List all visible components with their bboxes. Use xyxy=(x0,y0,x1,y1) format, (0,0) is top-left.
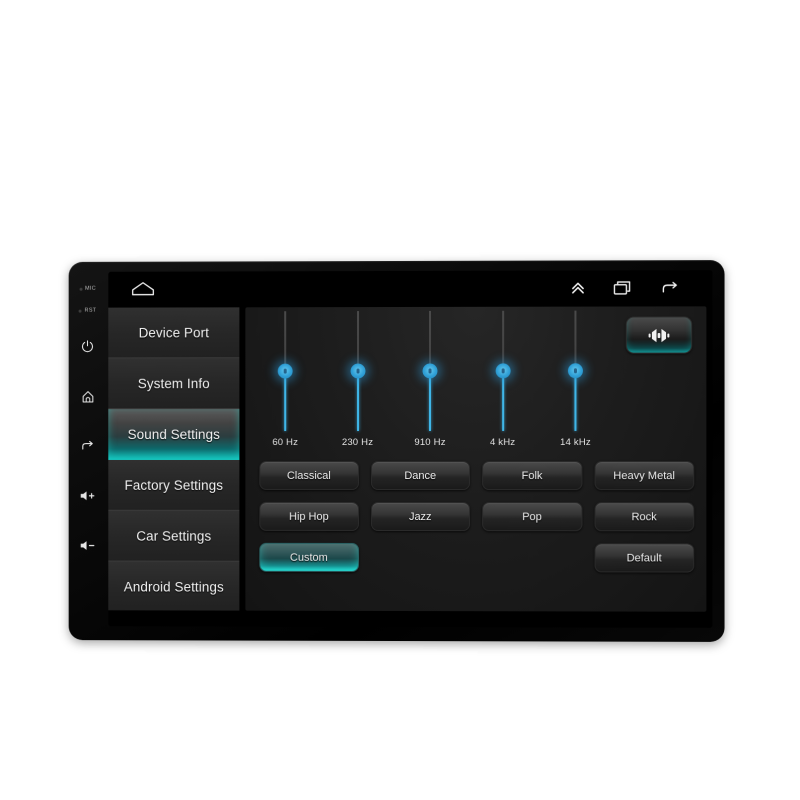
volume-down-icon xyxy=(80,541,97,550)
eq-slider-track[interactable] xyxy=(495,310,511,431)
balance-speakers-icon xyxy=(648,328,670,342)
eq-band-label: 60 Hz xyxy=(272,437,299,449)
volume-up-button[interactable] xyxy=(69,471,107,521)
back-arrow-icon xyxy=(80,439,96,454)
eq-slider-fill xyxy=(284,371,287,432)
eq-slider-track[interactable] xyxy=(567,310,583,431)
preset-dance[interactable]: Dance xyxy=(370,460,471,491)
volume-down-button[interactable] xyxy=(69,521,107,571)
preset-slot-empty-1 xyxy=(371,543,471,572)
screenshot-root: MIC RST Device Port System Info Sound Se… xyxy=(0,0,800,800)
eq-slider-fill xyxy=(356,371,359,432)
equalizer-sliders: 60 Hz 230 Hz 910 Hz 4 kHz 14 kHz xyxy=(255,310,605,459)
sidebar-item-device-port[interactable]: Device Port xyxy=(108,307,240,359)
eq-slider-fill xyxy=(501,370,504,431)
hardware-back-button[interactable] xyxy=(69,421,107,471)
eq-band-label: 230 Hz xyxy=(341,437,374,449)
preset-jazz[interactable]: Jazz xyxy=(370,501,471,532)
preset-classical[interactable]: Classical xyxy=(259,460,359,490)
eq-band-label: 14 kHz xyxy=(559,436,591,448)
eq-band-910hz[interactable]: 910 Hz xyxy=(400,310,460,459)
hardware-home-button[interactable] xyxy=(69,371,107,421)
preset-rock[interactable]: Rock xyxy=(594,502,695,532)
eq-slider-track[interactable] xyxy=(277,311,293,432)
mic-indicator: MIC xyxy=(69,278,107,300)
volume-up-icon xyxy=(80,489,97,503)
eq-slider-thumb[interactable] xyxy=(277,363,293,379)
eq-band-4khz[interactable]: 4 kHz xyxy=(473,310,533,459)
power-icon xyxy=(81,340,95,354)
preset-pop[interactable]: Pop xyxy=(482,502,582,532)
eq-slider-thumb[interactable] xyxy=(350,363,366,379)
eq-slider-track[interactable] xyxy=(422,310,438,431)
nav-right-group xyxy=(569,279,680,296)
eq-slider-fill xyxy=(429,370,432,431)
preset-folk[interactable]: Folk xyxy=(482,461,582,491)
power-button[interactable] xyxy=(69,322,107,372)
sidebar-item-android-settings[interactable]: Android Settings xyxy=(108,561,240,611)
eq-slider-thumb[interactable] xyxy=(422,363,438,379)
equalizer-area: 60 Hz 230 Hz 910 Hz 4 kHz 14 kHz xyxy=(245,306,706,459)
recent-apps-button[interactable] xyxy=(613,279,633,296)
mic-led-dot xyxy=(79,287,83,291)
nav-back-button[interactable] xyxy=(659,279,680,296)
home-outline-icon xyxy=(130,281,156,297)
back-arrow-icon xyxy=(659,279,680,296)
eq-preset-grid: Classical Dance Folk Heavy Metal Hip Hop… xyxy=(259,460,695,573)
sound-settings-panel: 60 Hz 230 Hz 910 Hz 4 kHz 14 kHz Classic… xyxy=(245,306,707,612)
nav-home-button[interactable] xyxy=(130,281,156,297)
android-nav-bar xyxy=(108,270,713,306)
eq-slider-fill xyxy=(574,370,577,431)
eq-slider-track[interactable] xyxy=(350,311,366,432)
eq-band-230hz[interactable]: 230 Hz xyxy=(328,311,388,459)
balance-fader-button[interactable] xyxy=(625,316,693,354)
preset-hip-hop[interactable]: Hip Hop xyxy=(259,501,359,531)
settings-menu: Device Port System Info Sound Settings F… xyxy=(108,307,240,611)
sidebar-item-car-settings[interactable]: Car Settings xyxy=(108,510,240,562)
expand-up-button[interactable] xyxy=(569,279,586,296)
hardware-button-strip: MIC RST xyxy=(69,268,107,634)
sidebar-item-sound-settings[interactable]: Sound Settings xyxy=(108,409,240,460)
preset-custom[interactable]: Custom xyxy=(259,542,359,572)
eq-band-label: 910 Hz xyxy=(414,436,446,448)
reset-label: RST xyxy=(84,307,97,314)
sidebar-item-system-info[interactable]: System Info xyxy=(108,358,240,410)
settings-screen: Device Port System Info Sound Settings F… xyxy=(108,304,713,628)
touchscreen: Device Port System Info Sound Settings F… xyxy=(108,270,713,628)
reset-led-dot xyxy=(78,309,82,313)
eq-band-label: 4 kHz xyxy=(489,436,516,448)
double-chevron-up-icon xyxy=(569,279,586,296)
reset-indicator[interactable]: RST xyxy=(69,300,107,322)
preset-heavy-metal[interactable]: Heavy Metal xyxy=(594,461,695,491)
eq-band-14khz[interactable]: 14 kHz xyxy=(545,310,605,459)
preset-default[interactable]: Default xyxy=(594,543,695,573)
sidebar-item-factory-settings[interactable]: Factory Settings xyxy=(108,459,240,511)
eq-slider-thumb[interactable] xyxy=(567,363,583,379)
recent-apps-icon xyxy=(613,279,633,296)
home-icon xyxy=(80,389,95,404)
car-head-unit-bezel: MIC RST Device Port System Info Sound Se… xyxy=(68,260,725,642)
preset-slot-empty-2 xyxy=(482,543,582,572)
eq-slider-thumb[interactable] xyxy=(495,363,511,379)
mic-label: MIC xyxy=(85,285,96,292)
eq-band-60hz[interactable]: 60 Hz xyxy=(255,311,315,459)
